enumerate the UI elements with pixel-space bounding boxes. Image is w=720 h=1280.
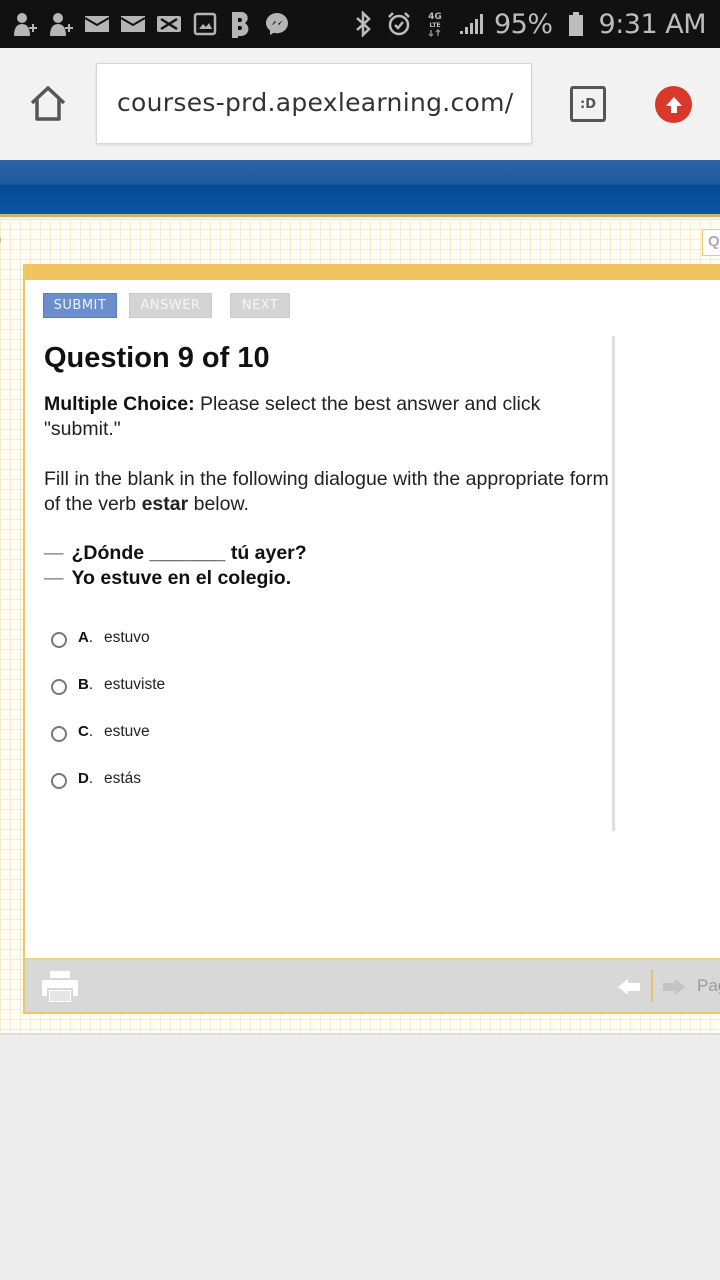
previous-page-button[interactable] bbox=[617, 977, 641, 997]
search-box[interactable]: Q bbox=[702, 229, 720, 256]
question-title: Question 9 of 10 bbox=[44, 342, 270, 374]
option-text: estás bbox=[104, 769, 142, 787]
option-letter-text: B bbox=[78, 676, 89, 693]
panel-accent-bar bbox=[25, 264, 720, 280]
question-panel: SUBMIT ANSWER NEXT Question 9 of 10 Mult… bbox=[23, 264, 720, 1014]
prompt-text: Fill in the blank in the following dialo… bbox=[44, 468, 609, 515]
add-contact-icon bbox=[12, 11, 38, 37]
add-contact-icon bbox=[48, 11, 74, 37]
search-icon: Q bbox=[708, 233, 720, 250]
mail-icon bbox=[84, 11, 110, 37]
mail-icon bbox=[120, 11, 146, 37]
option-text: estuviste bbox=[104, 675, 166, 693]
prompt-verb: estar bbox=[141, 493, 189, 515]
arrow-left-icon bbox=[618, 979, 640, 995]
dialogue-text: Yo estuve en el colegio. bbox=[71, 567, 292, 589]
option-letter: C. bbox=[78, 723, 94, 740]
tabs-button[interactable]: :D bbox=[570, 86, 606, 122]
dialogue-dash: — bbox=[44, 567, 64, 589]
option-letter: A. bbox=[78, 629, 94, 646]
b-app-icon bbox=[228, 11, 254, 38]
mail-x-icon bbox=[156, 11, 182, 37]
dialogue: — ¿Dónde _______ tú ayer? — Yo estuve en e… bbox=[44, 541, 307, 591]
url-text: courses-prd.apexlearning.com/ bbox=[117, 88, 514, 117]
next-page-button[interactable] bbox=[662, 977, 686, 997]
prompt-text-end: below. bbox=[188, 493, 249, 515]
option-letter-text: D bbox=[78, 770, 89, 787]
option-text: estuvo bbox=[104, 628, 150, 646]
option-c[interactable]: C. estuve bbox=[51, 708, 165, 755]
instructions: Multiple Choice: Please select the best … bbox=[44, 392, 604, 442]
submit-button[interactable]: SUBMIT bbox=[43, 293, 117, 318]
site-header bbox=[0, 160, 720, 217]
next-button[interactable]: NEXT bbox=[230, 293, 290, 318]
radio-button[interactable] bbox=[51, 631, 67, 648]
upload-button[interactable] bbox=[655, 86, 692, 123]
url-bar[interactable]: courses-prd.apexlearning.com/ bbox=[96, 63, 532, 144]
gallery-icon bbox=[192, 11, 218, 37]
page-bottom-divider bbox=[0, 1033, 720, 1035]
radio-button[interactable] bbox=[51, 678, 67, 695]
panel-footer: Page bbox=[25, 958, 720, 1012]
dialogue-line: — ¿Dónde _______ tú ayer? bbox=[44, 541, 307, 566]
battery-icon bbox=[563, 11, 589, 37]
dialogue-text: ¿Dónde _______ tú ayer? bbox=[71, 542, 307, 564]
messenger-icon bbox=[264, 11, 290, 37]
option-a[interactable]: A. estuvo bbox=[51, 614, 165, 661]
option-letter: B. bbox=[78, 676, 94, 693]
question-prompt: Fill in the blank in the following dialo… bbox=[44, 467, 614, 517]
svg-text:4G: 4G bbox=[428, 12, 442, 22]
instructions-label: Multiple Choice: bbox=[44, 393, 195, 415]
battery-percent: 95% bbox=[494, 8, 553, 40]
bluetooth-icon bbox=[350, 11, 376, 37]
4g-lte-icon: 4G LTE bbox=[422, 11, 448, 38]
option-text: estuve bbox=[104, 722, 150, 740]
dialogue-dash: — bbox=[44, 542, 64, 564]
clock: 9:31 AM bbox=[598, 8, 707, 40]
alarm-icon bbox=[386, 11, 412, 37]
question-actions: SUBMIT ANSWER NEXT bbox=[43, 293, 290, 318]
cut-off-glyph: ) bbox=[0, 231, 1, 249]
answer-button[interactable]: ANSWER bbox=[129, 293, 212, 318]
home-icon bbox=[30, 86, 66, 121]
page-label: Page bbox=[697, 976, 720, 995]
browser-toolbar: courses-prd.apexlearning.com/ :D bbox=[0, 48, 720, 160]
option-letter-text: C bbox=[78, 723, 89, 740]
dialogue-line: — Yo estuve en el colegio. bbox=[44, 566, 307, 591]
column-divider bbox=[612, 336, 615, 831]
radio-button[interactable] bbox=[51, 772, 67, 789]
signal-icon bbox=[458, 11, 484, 37]
option-d[interactable]: D. estás bbox=[51, 755, 165, 802]
status-bar: 4G LTE 95% 9:31 AM bbox=[0, 0, 720, 48]
option-b[interactable]: B. estuviste bbox=[51, 661, 165, 708]
notification-icons bbox=[12, 8, 290, 40]
arrow-up-icon bbox=[665, 96, 682, 113]
arrow-right-icon bbox=[663, 979, 685, 995]
option-letter: D. bbox=[78, 770, 94, 787]
radio-button[interactable] bbox=[51, 725, 67, 742]
svg-text:LTE: LTE bbox=[429, 22, 440, 29]
option-letter-text: A bbox=[78, 629, 89, 646]
home-button[interactable] bbox=[28, 84, 68, 124]
print-icon bbox=[42, 971, 78, 1004]
nav-separator bbox=[651, 970, 653, 1002]
system-icons: 4G LTE 95% 9:31 AM bbox=[350, 6, 707, 42]
answer-options: A. estuvo B. estuviste C. estuve D. está… bbox=[51, 614, 165, 802]
print-button[interactable] bbox=[41, 970, 79, 1004]
